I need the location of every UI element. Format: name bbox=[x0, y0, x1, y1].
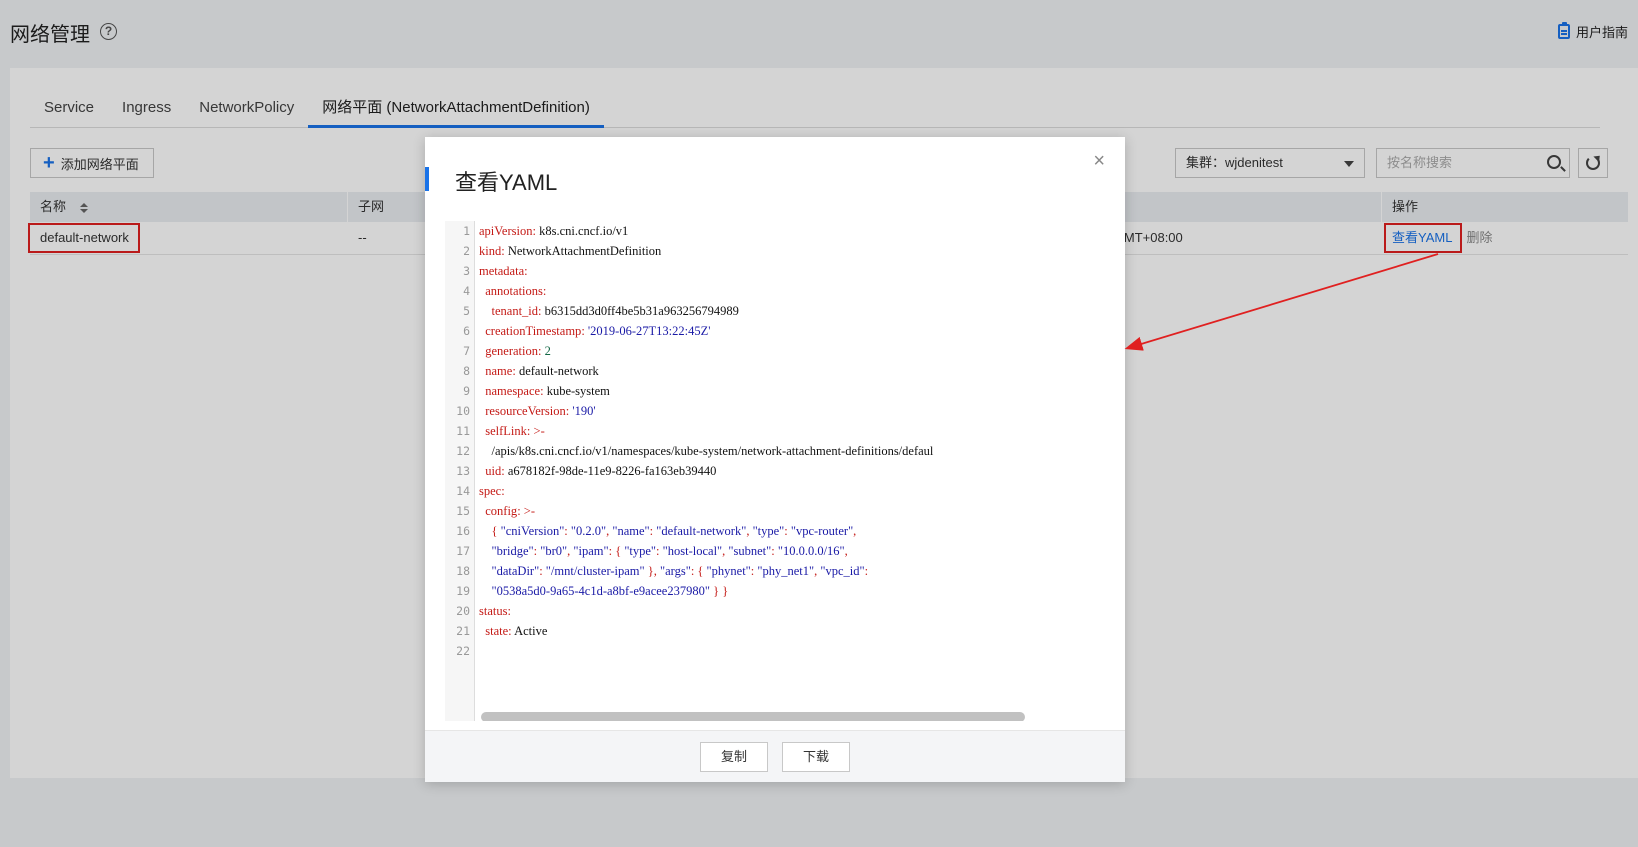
line-number: 15 bbox=[456, 504, 470, 518]
code-line: selfLink: >- bbox=[485, 424, 545, 438]
line-number: 6 bbox=[463, 324, 470, 338]
line-number: 14 bbox=[456, 484, 470, 498]
code-line: state: Active bbox=[485, 624, 548, 638]
code-line: metadata: bbox=[479, 264, 528, 278]
line-number: 18 bbox=[456, 564, 470, 578]
line-number: 12 bbox=[456, 444, 470, 458]
line-number: 8 bbox=[463, 364, 470, 378]
line-number: 7 bbox=[463, 344, 470, 358]
code-line: annotations: bbox=[485, 284, 547, 298]
line-number: 3 bbox=[463, 264, 470, 278]
code-line: "0538a5d0-9a65-4c1d-a8bf-e9acee237980" }… bbox=[491, 584, 729, 598]
code-line: /apis/k8s.cni.cncf.io/v1/namespaces/kube… bbox=[479, 444, 934, 458]
line-number: 9 bbox=[463, 384, 470, 398]
line-number: 1 bbox=[463, 224, 470, 238]
title-accent-bar bbox=[425, 167, 429, 191]
close-icon[interactable]: × bbox=[1093, 151, 1105, 171]
line-number: 19 bbox=[456, 584, 470, 598]
line-number: 20 bbox=[456, 604, 470, 618]
copy-button[interactable]: 复制 bbox=[700, 741, 768, 772]
yaml-code-editor[interactable]: 1 2 3 4 5 6 7 8 9 10 11 12 13 14 15 16 17 18 19 20 21 22 apiV… bbox=[445, 221, 1105, 721]
code-line: resourceVersion: '190' bbox=[485, 404, 596, 418]
code-line: generation: 2 bbox=[485, 344, 551, 358]
code-line: "bridge": "br0", "ipam": { "type": "host… bbox=[491, 544, 848, 558]
download-button[interactable]: 下载 bbox=[782, 741, 850, 772]
line-number: 5 bbox=[463, 304, 470, 318]
code-line: spec: bbox=[479, 484, 505, 498]
line-number: 21 bbox=[456, 624, 470, 638]
code-line: uid: a678182f-98de-11e9-8226-fa163eb3944… bbox=[485, 464, 717, 478]
yaml-modal: 查看YAML × 1 2 3 4 5 6 7 8 9 10 11 12 13 14 15 16 17 18 19 20… bbox=[425, 137, 1125, 782]
line-number: 13 bbox=[456, 464, 470, 478]
code-line: config: >- bbox=[485, 504, 536, 518]
code-line: name: default-network bbox=[485, 364, 599, 378]
modal-footer: 复制 下载 bbox=[425, 730, 1125, 782]
line-number: 17 bbox=[456, 544, 470, 558]
line-number: 2 bbox=[463, 244, 470, 258]
code-line: namespace: kube-system bbox=[485, 384, 610, 398]
code-line: "dataDir": "/mnt/cluster-ipam" }, "args"… bbox=[491, 564, 869, 578]
line-number: 16 bbox=[456, 524, 470, 538]
line-number: 10 bbox=[456, 404, 470, 418]
code-line: apiVersion: k8s.cni.cncf.io/v1 bbox=[479, 224, 629, 238]
code-line: kind: NetworkAttachmentDefinition bbox=[479, 244, 662, 258]
line-number-gutter: 1 2 3 4 5 6 7 8 9 10 11 12 13 14 15 16 17 18 19 20 21 22 bbox=[445, 221, 475, 721]
code-line: creationTimestamp: '2019-06-27T13:22:45Z… bbox=[485, 324, 711, 338]
horizontal-scrollbar[interactable] bbox=[481, 712, 1025, 721]
line-number: 22 bbox=[456, 644, 470, 658]
modal-title: 查看YAML bbox=[455, 170, 558, 195]
code-line: { "cniVersion": "0.2.0", "name": "defaul… bbox=[491, 524, 857, 538]
line-number: 11 bbox=[456, 424, 470, 438]
code-line: tenant_id: b6315dd3d0ff4be5b31a963256794… bbox=[491, 304, 739, 318]
code-body: apiVersion: k8s.cni.cncf.io/v1 kind: Netw… bbox=[479, 221, 1105, 661]
line-number: 4 bbox=[463, 284, 470, 298]
code-line: status: bbox=[479, 604, 511, 618]
